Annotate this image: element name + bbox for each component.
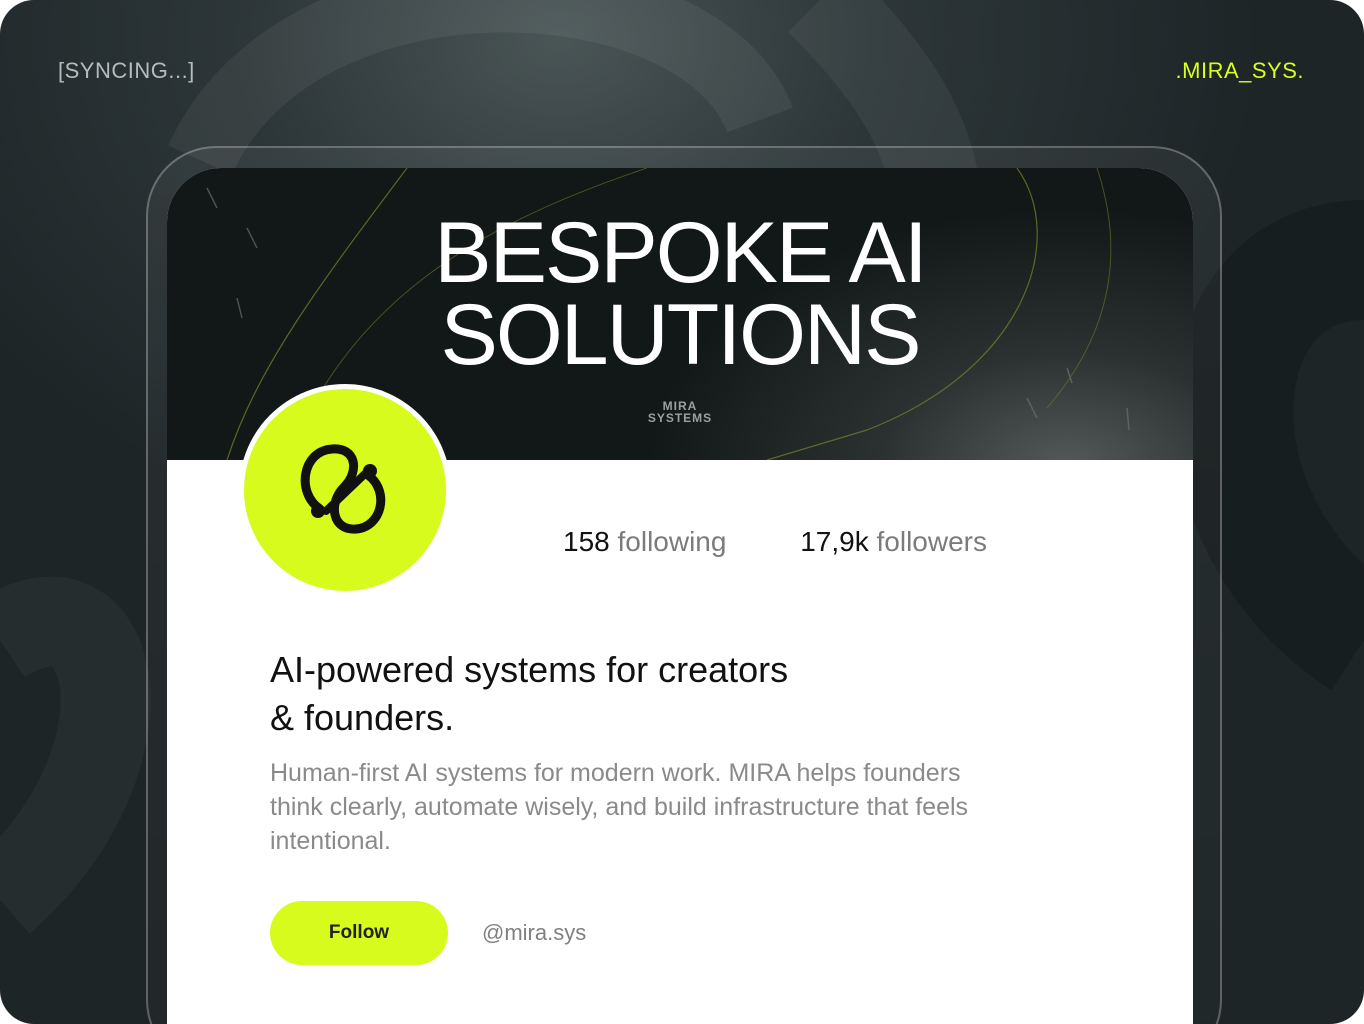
sync-status-text: [SYNCING...]: [58, 58, 195, 83]
brand-tag-text: .MIRA_SYS.: [1175, 58, 1304, 83]
profile-card-showcase: [SYNCING...] .MIRA_SYS. BESPOKE AI SOLUT…: [0, 0, 1364, 1024]
following-stat[interactable]: 158 following: [563, 526, 726, 558]
banner-brand-logo: MIRA SYSTEMS: [635, 400, 725, 424]
profile-screen: BESPOKE AI SOLUTIONS MIRA SYSTEMS 158 fo…: [167, 168, 1193, 1024]
profile-handle[interactable]: @mira.sys: [482, 920, 586, 946]
headline-line-1: BESPOKE AI: [434, 205, 927, 301]
followers-label: followers: [876, 526, 987, 557]
bio-title-line-1: AI-powered systems for creators: [270, 649, 789, 690]
bio-description: Human-first AI systems for modern work. …: [270, 759, 969, 855]
following-label: following: [617, 526, 727, 557]
followers-stat[interactable]: 17,9k followers: [800, 526, 987, 558]
avatar[interactable]: [239, 384, 451, 596]
bio-title: AI-powered systems for creators & founde…: [270, 646, 950, 742]
banner-headline: BESPOKE AI SOLUTIONS: [167, 205, 1193, 383]
profile-stats: 158 following 17,9k followers: [563, 526, 1053, 558]
banner-logo-line-2: SYSTEMS: [647, 411, 713, 425]
mira-knot-logo-icon: [300, 444, 386, 534]
follow-button[interactable]: Follow: [270, 901, 448, 965]
headline-line-2: SOLUTIONS: [440, 287, 922, 383]
bio-title-line-2: & founders.: [270, 697, 455, 738]
followers-count: 17,9k: [800, 526, 869, 557]
following-count: 158: [563, 526, 610, 557]
